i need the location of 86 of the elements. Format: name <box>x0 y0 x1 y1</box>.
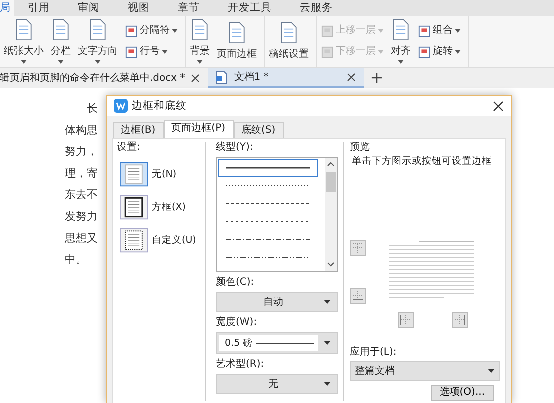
line-style-list[interactable] <box>216 157 338 272</box>
frame-icon <box>125 24 138 38</box>
dialog-title: 边框和底纹 <box>132 99 188 113</box>
caret-icon <box>324 341 331 345</box>
document-text: 思想又 <box>65 230 99 247</box>
app-logo-icon <box>114 99 128 113</box>
caret-icon <box>162 50 168 54</box>
document-tab[interactable]: 辑页眉和页脚的命令在什么菜单中.docx * <box>0 68 208 88</box>
close-icon[interactable] <box>493 100 504 112</box>
toolbar-button[interactable]: 背景 <box>188 19 212 64</box>
frame-icon <box>125 46 138 58</box>
width-label: 宽度(W): <box>216 317 258 329</box>
toolbar-button[interactable]: 纸张大小 <box>2 19 46 64</box>
width-dropdown[interactable]: 0.5 磅 <box>216 332 338 354</box>
caret-icon <box>172 29 178 33</box>
frame-icon <box>418 24 431 38</box>
close-icon[interactable] <box>347 72 356 82</box>
caret-icon <box>378 29 384 33</box>
caret-icon <box>324 300 331 304</box>
setting-option-label[interactable]: 自定义(U) <box>152 234 196 247</box>
ribbon-tab[interactable]: 视图 <box>114 0 164 16</box>
preview-label: 预览 <box>350 142 371 154</box>
caret-icon <box>378 50 384 54</box>
bottom-border-icon[interactable] <box>350 288 366 304</box>
toolbar-button[interactable]: 分隔符 <box>123 24 180 38</box>
ribbon-tab[interactable]: 章节 <box>164 0 214 16</box>
line-style-option[interactable] <box>218 159 318 177</box>
caret-icon <box>488 369 495 373</box>
document-text: 中。 <box>65 252 88 268</box>
apply-to-label: 应用于(L): <box>350 347 398 359</box>
left-border-icon[interactable] <box>398 312 414 328</box>
toolbar-button[interactable]: 行号 <box>123 46 180 58</box>
line-style-label: 线型(Y): <box>216 142 254 154</box>
document-text: 发努力 <box>65 208 99 225</box>
document-text: 长 <box>86 101 99 117</box>
caret-icon <box>58 60 64 64</box>
toolbar-button[interactable]: 对齐 <box>389 19 413 64</box>
art-label: 艺术型(R): <box>216 359 266 371</box>
frame-icon <box>321 46 334 58</box>
apply-to-dropdown[interactable]: 整篇文档 <box>350 361 500 381</box>
document-icon <box>190 19 210 41</box>
caret-icon <box>455 29 461 33</box>
settings-label: 设置: <box>117 142 142 154</box>
ribbon-tab[interactable]: 局 <box>0 0 14 16</box>
border-setting-icon[interactable] <box>120 228 148 253</box>
ribbon-tab[interactable]: 引用 <box>14 0 64 16</box>
caret-icon <box>324 382 331 386</box>
toolbar-button[interactable]: 旋转 <box>416 46 463 58</box>
document-text: 理，寄 <box>65 166 99 182</box>
frame-icon <box>418 46 431 58</box>
document-icon <box>51 19 71 41</box>
border-setting-icon[interactable] <box>120 195 148 220</box>
options-button[interactable]: 选项(O)... <box>430 385 494 401</box>
dialog-tab[interactable]: 页面边框(P) <box>164 120 234 138</box>
color-dropdown[interactable]: 自动 <box>216 292 338 312</box>
close-icon[interactable] <box>191 74 200 82</box>
frame-icon <box>321 24 334 38</box>
document-tab[interactable]: 文档1 * <box>208 68 364 88</box>
document-icon <box>391 19 411 41</box>
setting-option-label[interactable]: 无(N) <box>152 168 177 181</box>
document-text: 体构思 <box>65 122 99 139</box>
toolbar-button[interactable]: 组合 <box>416 24 463 38</box>
caret-icon <box>398 60 404 64</box>
toolbar-button[interactable]: 分栏 <box>49 19 73 64</box>
caret-icon <box>95 60 101 64</box>
caret-icon <box>21 60 27 64</box>
ribbon-tab[interactable]: 开发工具 <box>214 0 286 16</box>
toolbar-button[interactable]: 稿纸设置 <box>267 22 311 61</box>
caret-icon <box>197 60 203 64</box>
document-text: 东去不 <box>65 187 99 204</box>
toolbar-button[interactable]: 文字方向 <box>76 19 120 64</box>
dialog-tab[interactable]: 边框(B) <box>113 122 164 138</box>
setting-option-label[interactable]: 方框(X) <box>152 201 186 214</box>
ribbon-tab[interactable]: 云服务 <box>286 0 347 16</box>
scrollbar[interactable] <box>325 158 337 271</box>
toolbar-button[interactable]: 页面边框 <box>215 22 259 61</box>
preview-hint: 单击下方图示或按钮可设置边框 <box>351 156 493 168</box>
color-label: 颜色(C): <box>216 277 256 289</box>
right-border-icon[interactable] <box>452 312 468 328</box>
ribbon-tab[interactable]: 审阅 <box>64 0 114 16</box>
document-text: 努力， <box>65 144 99 160</box>
dialog-tab[interactable]: 底纹(S) <box>234 122 284 138</box>
new-tab-button[interactable]: + <box>364 68 390 88</box>
art-dropdown[interactable]: 无 <box>216 374 338 394</box>
document-icon <box>216 70 228 84</box>
caret-icon <box>455 50 461 54</box>
